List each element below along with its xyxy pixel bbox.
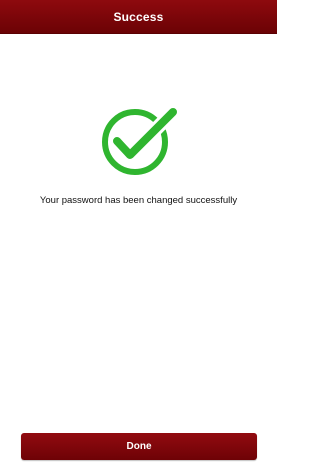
checkmark-success-icon bbox=[99, 104, 179, 176]
done-button[interactable]: Done bbox=[21, 433, 257, 460]
page-title: Success bbox=[113, 9, 164, 24]
header-bar: Success bbox=[0, 0, 277, 33]
success-screen: Success Your password has been changed s… bbox=[0, 0, 277, 471]
success-message: Your password has been changed successfu… bbox=[39, 195, 238, 206]
